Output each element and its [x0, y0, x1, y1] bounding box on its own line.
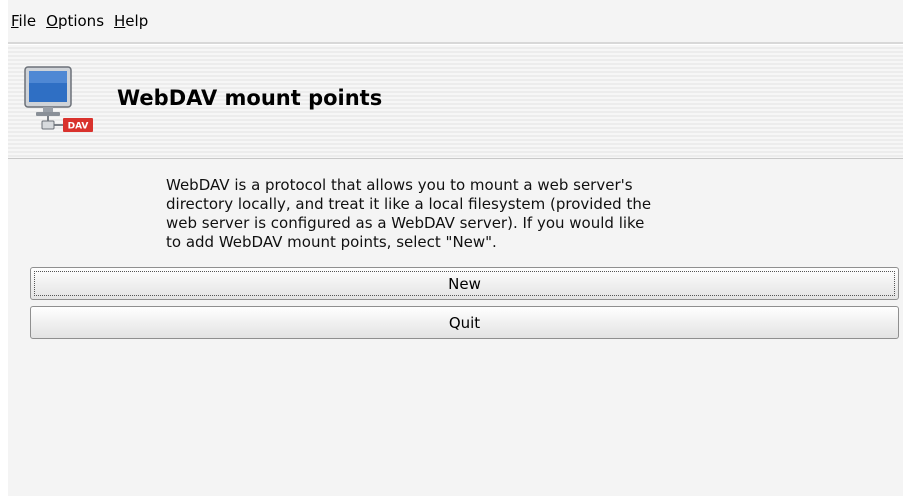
- menu-bar: File Options Help: [8, 0, 903, 42]
- menu-file-mnemonic: F: [11, 12, 19, 30]
- quit-button-label: Quit: [448, 313, 481, 332]
- app-window: File Options Help DAV WebDAV mount point…: [8, 0, 903, 496]
- menu-help[interactable]: Help: [112, 12, 156, 30]
- menu-file-label: ile: [18, 12, 37, 30]
- page-title: WebDAV mount points: [117, 86, 383, 110]
- new-button-label: New: [448, 274, 481, 293]
- quit-button[interactable]: Quit: [30, 306, 899, 339]
- dav-badge-text: DAV: [68, 122, 89, 132]
- menu-help-mnemonic: H: [114, 12, 126, 30]
- monitor-network-dav-icon: DAV: [24, 66, 93, 132]
- menu-options-mnemonic: O: [46, 12, 58, 30]
- menu-options[interactable]: Options: [44, 12, 112, 30]
- menu-options-label: ptions: [57, 12, 105, 30]
- header-banner: DAV WebDAV mount points: [8, 45, 903, 159]
- description-text: WebDAV is a protocol that allows you to …: [166, 176, 652, 251]
- menu-help-label: elp: [125, 12, 149, 30]
- new-button[interactable]: New: [30, 267, 899, 300]
- menu-file[interactable]: File: [8, 12, 44, 30]
